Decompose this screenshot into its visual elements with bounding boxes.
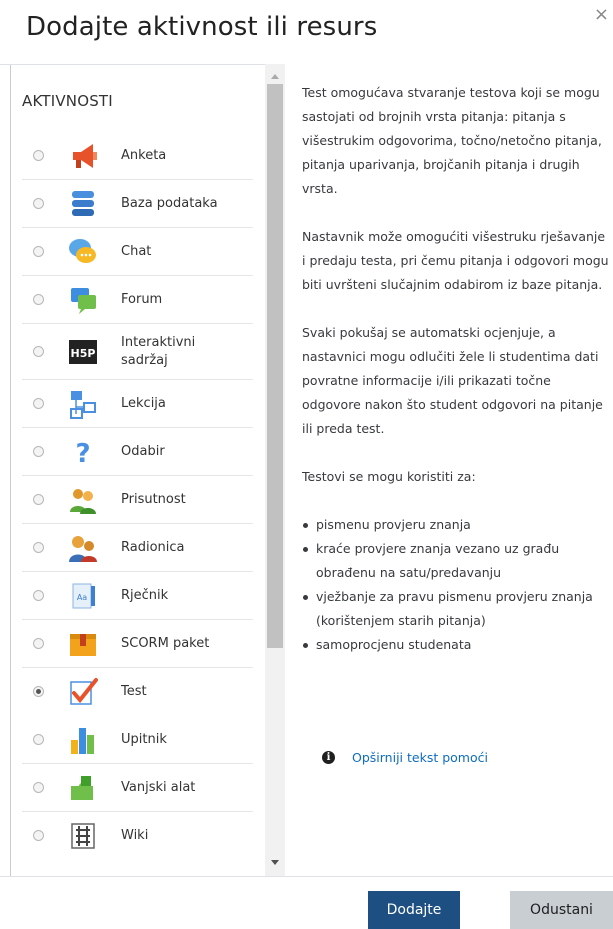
option-anketa[interactable]: Anketa	[11, 132, 265, 180]
list-item: vježbanje za pravu pismenu provjeru znan…	[303, 585, 612, 633]
attendance-people-icon	[70, 489, 96, 514]
radio-button[interactable]	[33, 542, 44, 553]
list-item: pismenu provjeru znanja	[303, 513, 612, 537]
radio-button[interactable]	[33, 590, 44, 601]
workshop-people-icon	[69, 536, 97, 562]
option-label: Wiki	[121, 828, 149, 843]
radio-button[interactable]	[33, 294, 44, 305]
option-vanjski-alat[interactable]: Vanjski alat	[11, 764, 265, 812]
radio-button[interactable]	[33, 398, 44, 409]
list-scrollbar[interactable]	[265, 64, 285, 876]
dialog-footer: Dodajte Odustani	[0, 876, 613, 929]
radio-button-selected[interactable]	[33, 686, 44, 697]
radio-button[interactable]	[33, 782, 44, 793]
package-icon	[70, 634, 96, 656]
option-chat[interactable]: Chat	[11, 228, 265, 276]
option-label: Chat	[121, 244, 152, 259]
glossary-icon: Aa	[72, 583, 95, 609]
usage-list: pismenu provjeru znanja kraće provjere z…	[302, 513, 612, 657]
dialog-title: Dodajte aktivnost ili resurs	[26, 12, 378, 42]
option-label: Prisutnost	[121, 492, 186, 507]
description-paragraph: Test omogućava stvaranje testova koji se…	[302, 85, 602, 196]
option-label: Interaktivni sadržaj	[121, 335, 196, 368]
radio-button[interactable]	[33, 198, 44, 209]
option-interaktivni-sadrzaj[interactable]: H5P Interaktivni sadržaj	[11, 324, 265, 380]
forum-icon	[71, 288, 96, 314]
close-icon[interactable]: ×	[594, 6, 609, 24]
option-prisutnost[interactable]: Prisutnost	[11, 476, 265, 524]
option-upitnik[interactable]: Upitnik	[11, 716, 265, 764]
puzzle-piece-icon	[71, 776, 93, 800]
option-lekcija[interactable]: Lekcija	[11, 380, 265, 428]
radio-button[interactable]	[33, 150, 44, 161]
option-label: Upitnik	[121, 732, 167, 747]
cancel-button[interactable]: Odustani	[510, 891, 613, 929]
svg-text:?: ?	[75, 439, 90, 468]
list-item: kraće provjere znanja vezano uz građu ob…	[303, 537, 612, 585]
database-icon	[72, 191, 94, 216]
radio-button[interactable]	[33, 638, 44, 649]
description-paragraph: Nastavnik može omogućiti višestruku rješ…	[302, 229, 609, 292]
description-paragraph: Testovi se mogu koristiti za:	[302, 469, 476, 484]
bar-chart-icon	[71, 728, 94, 754]
option-label: Anketa	[121, 148, 167, 163]
option-label: SCORM paket	[121, 636, 210, 651]
radio-button[interactable]	[33, 734, 44, 745]
option-odabir[interactable]: ? Odabir	[11, 428, 265, 476]
radio-button[interactable]	[33, 246, 44, 257]
wiki-icon	[71, 823, 95, 849]
more-help-link[interactable]: Opširniji tekst pomoći	[352, 750, 488, 765]
option-radionica[interactable]: Radionica	[11, 524, 265, 572]
description-paragraph: Svaki pokušaj se automatski ocjenjuje, a…	[302, 325, 603, 436]
info-icon: i	[322, 751, 335, 764]
option-label: Test	[121, 684, 147, 699]
scroll-up-arrow-icon[interactable]	[271, 74, 279, 79]
scrollbar-thumb[interactable]	[267, 84, 283, 648]
section-heading-activities: AKTIVNOSTI	[22, 92, 113, 110]
option-label: Lekcija	[121, 396, 166, 411]
add-button[interactable]: Dodajte	[368, 891, 460, 929]
scroll-down-arrow-icon[interactable]	[271, 860, 279, 865]
lesson-icon	[70, 391, 96, 419]
megaphone-icon	[73, 144, 97, 168]
radio-button[interactable]	[33, 494, 44, 505]
radio-button[interactable]	[33, 446, 44, 457]
option-baza-podataka[interactable]: Baza podataka	[11, 180, 265, 228]
add-activity-dialog: Dodajte aktivnost ili resurs × AKTIVNOST…	[0, 0, 613, 929]
svg-text:Aa: Aa	[77, 593, 87, 602]
option-label: Rječnik	[121, 588, 169, 603]
chat-bubbles-icon	[69, 239, 96, 263]
radio-button[interactable]	[33, 346, 44, 357]
option-rjecnik[interactable]: Aa Rječnik	[11, 572, 265, 620]
option-forum[interactable]: Forum	[11, 276, 265, 324]
option-label: Baza podataka	[121, 196, 218, 211]
svg-text:H5P: H5P	[71, 347, 96, 360]
dialog-header: Dodajte aktivnost ili resurs ×	[0, 0, 613, 65]
option-wiki[interactable]: Wiki	[11, 812, 265, 860]
option-label: Radionica	[121, 540, 185, 555]
option-test[interactable]: Test	[11, 668, 265, 716]
help-link-row[interactable]: i Opširniji tekst pomoći	[322, 750, 488, 765]
option-label: Forum	[121, 292, 163, 307]
h5p-icon: H5P	[69, 340, 97, 364]
radio-button[interactable]	[33, 830, 44, 841]
option-label: Vanjski alat	[121, 780, 196, 795]
option-scorm-paket[interactable]: SCORM paket	[11, 620, 265, 668]
description-panel: Test omogućava stvaranje testova koji se…	[285, 64, 613, 876]
list-item: samoprocjenu studenata	[303, 633, 612, 657]
quiz-checkmark-icon	[70, 678, 98, 705]
question-mark-icon: ?	[75, 439, 90, 468]
option-label: Odabir	[121, 444, 165, 459]
